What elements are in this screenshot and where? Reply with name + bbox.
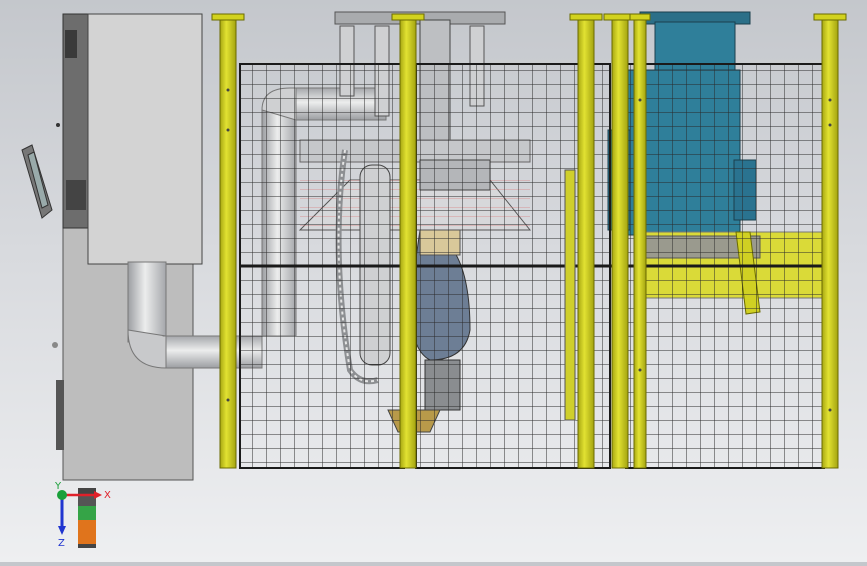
control-cabinet bbox=[52, 13, 203, 481]
cad-3d-viewport[interactable]: X Y Z bbox=[0, 0, 867, 562]
teach-pendant bbox=[21, 144, 53, 219]
y-axis-label: Y bbox=[54, 481, 62, 492]
x-axis-arrow-icon bbox=[62, 491, 102, 499]
z-axis-label: Z bbox=[58, 538, 65, 549]
safety-fence-mesh bbox=[239, 63, 825, 469]
x-axis-label: X bbox=[104, 490, 111, 501]
axis-triad: X Y Z bbox=[54, 481, 111, 549]
z-axis-arrow-icon bbox=[58, 495, 66, 535]
